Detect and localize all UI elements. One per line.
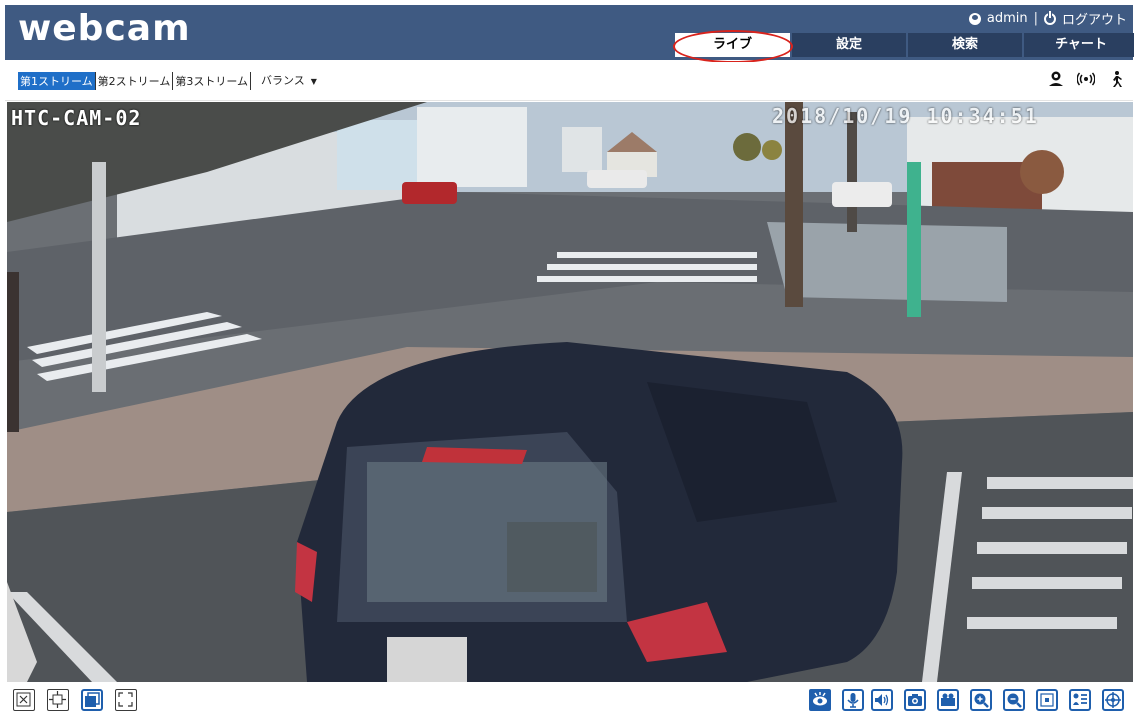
walking-person-icon[interactable] [1107,70,1125,88]
microphone-icon[interactable] [842,689,864,711]
ptz-icon[interactable] [1102,689,1124,711]
stream-2-option[interactable]: 第2ストリーム [96,72,174,90]
balance-label: バランス [261,74,305,87]
camera-name-overlay: HTC-CAM-02 [11,106,142,130]
user-separator: | [1033,11,1038,26]
zoom-out-icon[interactable] [1003,689,1025,711]
snapshot-icon[interactable] [904,689,926,711]
record-icon[interactable] [937,689,959,711]
power-icon[interactable] [1043,10,1056,25]
camera-scene-image [7,102,1133,682]
bottom-toolbar [5,684,1133,717]
broadcast-icon[interactable] [1076,70,1096,88]
user-bar: admin | ログアウト [968,9,1127,28]
stream-selector: 第1ストリーム 第2ストリーム 第3ストリーム バランス ▼ [18,72,317,90]
fit-window-icon[interactable] [47,689,69,711]
tab-search[interactable]: 検索 [908,33,1022,57]
tab-chart[interactable]: チャート [1024,33,1134,57]
fullscreen-icon[interactable] [115,689,137,711]
stream-info-icon[interactable] [1069,689,1091,711]
restore-window-icon[interactable] [81,689,103,711]
timestamp-overlay: 2018/10/19 10:34:51 [772,104,1039,128]
logout-link[interactable]: ログアウト [1062,9,1127,28]
live-video-view[interactable]: HTC-CAM-02 2018/10/19 10:34:51 [7,102,1133,682]
caret-down-icon: ▼ [310,76,317,86]
person-pin-icon[interactable] [1047,70,1065,88]
close-window-icon[interactable] [13,689,35,711]
tab-live[interactable]: ライブ [675,33,790,57]
main-tabs: ライブ 設定 検索 チャート [675,33,1134,57]
stream-1-option[interactable]: 第1ストリーム [18,72,96,90]
speaker-icon[interactable] [871,689,893,711]
top-right-icons [1047,70,1125,88]
digital-zoom-icon[interactable] [1036,689,1058,711]
tab-settings[interactable]: 設定 [792,33,906,57]
live-view-icon[interactable] [809,689,831,711]
stream-bar: 第1ストリーム 第2ストリーム 第3ストリーム バランス ▼ [5,62,1133,101]
app-logo: webcam [18,8,191,49]
balance-dropdown[interactable]: バランス ▼ [261,72,317,90]
user-icon [968,12,981,25]
top-header: webcam admin | ログアウト ライブ 設定 検索 チャート [5,5,1134,60]
zoom-in-icon[interactable] [970,689,992,711]
stream-3-option[interactable]: 第3ストリーム [173,72,252,90]
username: admin [986,11,1028,26]
